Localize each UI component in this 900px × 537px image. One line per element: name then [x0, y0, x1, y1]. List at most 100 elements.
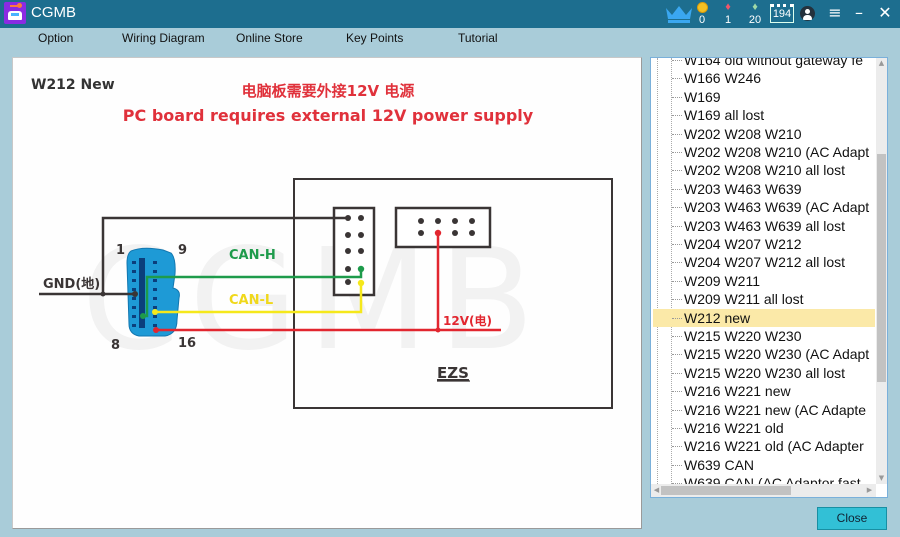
minimize-button[interactable]: – [850, 3, 868, 23]
tree-item[interactable]: W209 W211 [653, 272, 875, 290]
close-window-button[interactable]: ✕ [876, 3, 894, 23]
tree-item-selected[interactable]: W212 new [653, 308, 875, 327]
tree-item-label: W216 W221 new (AC Adapte [684, 401, 867, 418]
tree-item-label: W204 W207 W212 [684, 236, 802, 252]
power-12v-label: 12V(电) [443, 313, 492, 328]
pin-1-label: 1 [116, 243, 125, 258]
tree-item-label: W212 new [684, 309, 751, 326]
menu-hamburger-button[interactable]: ≡ [826, 3, 844, 23]
tree-item-label: W203 W463 W639 [684, 180, 802, 197]
ezs-connector-b [394, 206, 492, 249]
tree-item-label: W166 W246 [684, 70, 762, 87]
tree-item[interactable]: W215 W220 W230 all lost [653, 364, 875, 382]
tree-branch-line [672, 188, 682, 190]
tree-item-label: W169 all lost [684, 107, 765, 124]
tree-branch-line [672, 207, 682, 209]
tree-horizontal-scrollbar[interactable]: ◀ ▶ [651, 484, 876, 497]
user-account-icon[interactable] [800, 6, 815, 21]
ezs-label: EZS [437, 364, 469, 382]
tree-branch-line [672, 446, 682, 448]
tree-branch-line [672, 78, 682, 80]
tree-branch-line [672, 115, 682, 117]
tree-item[interactable]: W203 W463 W639 (AC Adapt [653, 198, 875, 216]
scroll-left-arrow-icon[interactable]: ◀ [652, 486, 661, 495]
tree-vertical-scrollbar[interactable]: ▲ ▼ [876, 58, 887, 484]
tree-item-label: W202 W208 W210 all lost [684, 162, 846, 179]
tree-item-label: W216 W221 old (AC Adapter [684, 438, 864, 455]
tree-item[interactable]: W204 W207 W212 all lost [653, 253, 875, 271]
tree-branch-line [672, 133, 682, 135]
tree-item[interactable]: W203 W463 W639 [653, 180, 875, 198]
tree-item-label: W202 W208 W210 [684, 125, 802, 142]
coin-counter: 0 [690, 1, 714, 26]
pin-16-label: 16 [178, 336, 196, 351]
tree-item[interactable]: W164 old without gateway fe [653, 58, 875, 69]
notice-english: PC board requires external 12V power sup… [123, 106, 534, 125]
tree-item-label: W203 W463 W639 all lost [684, 217, 846, 234]
red-gem-counter: ♦ 1 [716, 1, 740, 26]
tree-branch-line [672, 96, 682, 98]
scroll-right-arrow-icon[interactable]: ▶ [865, 486, 874, 495]
tree-item-label: W169 [684, 88, 721, 105]
tree-item[interactable]: W203 W463 W639 all lost [653, 217, 875, 235]
tree-item[interactable]: W169 [653, 88, 875, 106]
menu-bar: Option Wiring Diagram Online Store Key P… [0, 28, 900, 50]
tree-item-label: W209 W211 [684, 272, 760, 289]
pin-9-label: 9 [178, 243, 187, 258]
notice-chinese: 电脑板需要外接12V 电源 [242, 82, 415, 100]
gnd-label: GND(地) [43, 276, 100, 292]
green-gem-counter: ♦ 20 [743, 1, 767, 26]
tree-item-label: W215 W220 W230 (AC Adapt [684, 346, 870, 363]
scroll-up-arrow-icon[interactable]: ▲ [877, 59, 886, 68]
tree-item[interactable]: W639 CAN [653, 456, 875, 474]
tree-item[interactable]: W216 W221 new [653, 382, 875, 400]
menu-tutorial[interactable]: Tutorial [458, 31, 498, 45]
tree-branch-line [672, 317, 682, 319]
tree-item-label: W215 W220 W230 all lost [684, 364, 846, 381]
tree-item[interactable]: W216 W221 old [653, 419, 875, 437]
tree-item[interactable]: W202 W208 W210 [653, 125, 875, 143]
app-logo-icon [4, 2, 26, 24]
tree-item[interactable]: W216 W221 new (AC Adapte [653, 401, 875, 419]
title-bar: CGMB 0 ♦ 1 ♦ 20 194 ≡ – ✕ [0, 0, 900, 28]
tree-item[interactable]: W202 W208 W210 (AC Adapt [653, 143, 875, 161]
tree-branch-line [672, 170, 682, 172]
menu-option[interactable]: Option [38, 31, 73, 45]
tree-branch-line [672, 464, 682, 466]
wiring-diagram-panel: CGMB W212 New 电脑板需要外接12V 电源 PC board req… [12, 57, 642, 529]
tree-item[interactable]: W169 all lost [653, 106, 875, 124]
menu-key-points[interactable]: Key Points [346, 31, 403, 45]
close-button[interactable]: Close [817, 507, 887, 530]
vehicle-model-tree[interactable]: W164 old without gateway fe W166 W246 W169… [650, 57, 888, 498]
vertical-scroll-thumb[interactable] [877, 154, 886, 382]
tree-branch-line [672, 391, 682, 393]
horizontal-scroll-thumb[interactable] [661, 486, 791, 495]
tree-item[interactable]: W215 W220 W230 (AC Adapt [653, 345, 875, 363]
calendar-icon: 194 [772, 8, 792, 20]
can-l-label: CAN-L [229, 293, 273, 308]
tree-item-label: W202 W208 W210 (AC Adapt [684, 144, 870, 160]
scroll-down-arrow-icon[interactable]: ▼ [877, 474, 886, 483]
tree-branch-line [672, 336, 682, 337]
tree-item[interactable]: W209 W211 all lost [653, 290, 875, 308]
ezs-connector-a [332, 206, 376, 297]
menu-wiring-diagram[interactable]: Wiring Diagram [122, 31, 205, 45]
wiring-diagram: CGMB W212 New 电脑板需要外接12V 电源 PC board req… [31, 77, 613, 409]
tree-branch-line [672, 225, 682, 227]
tree-item[interactable]: W166 W246 [653, 69, 875, 87]
calendar-days-counter: 194 [770, 4, 794, 23]
tree-item[interactable]: W202 W208 W210 all lost [653, 161, 875, 179]
tree-item[interactable]: W204 W207 W212 [653, 235, 875, 253]
diagram-title: W212 New [31, 77, 115, 93]
tree-branch-line [672, 152, 682, 153]
tree-branch-line [672, 372, 682, 374]
pin-8-label: 8 [111, 338, 120, 353]
tree-branch-line [672, 60, 682, 61]
tree-branch-line [672, 428, 682, 429]
tree-branch-line [672, 244, 682, 245]
tree-item[interactable]: W216 W221 old (AC Adapter [653, 437, 875, 455]
menu-online-store[interactable]: Online Store [236, 31, 303, 45]
tree-branch-line [672, 262, 682, 264]
tree-branch-line [672, 280, 682, 282]
tree-item[interactable]: W215 W220 W230 [653, 327, 875, 345]
